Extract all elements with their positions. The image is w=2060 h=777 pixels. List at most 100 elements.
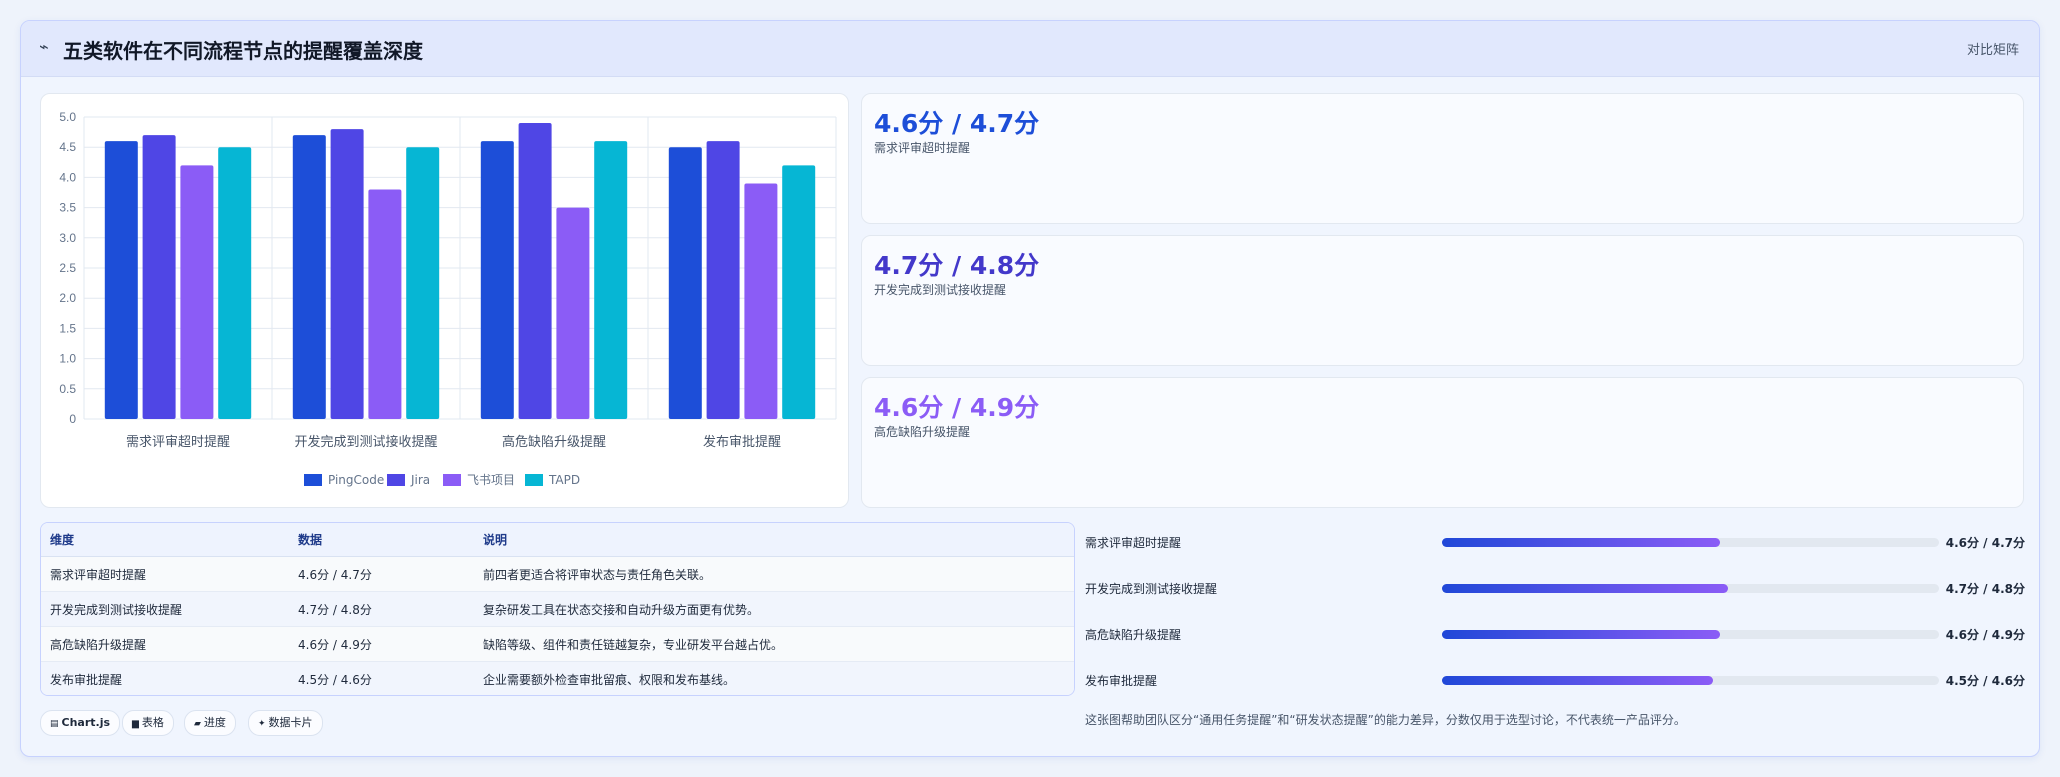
bar (744, 183, 778, 419)
progress-value: 4.5分 / 4.6分 (1945, 674, 2025, 688)
progress-value: 4.6分 / 4.7分 (1945, 536, 2025, 550)
table-cell: 4.6分 / 4.9分 (289, 626, 474, 662)
bar (180, 165, 214, 419)
chip-label: Chart.js (61, 716, 111, 729)
chart-icon: ▤ (50, 719, 59, 729)
progress-track (1442, 584, 1939, 593)
table-cell: 前四者更适合将评审状态与责任角色关联。 (474, 556, 1074, 592)
x-tick-label: 发布审批提醒 (703, 434, 781, 450)
bar (556, 207, 590, 419)
table-cell: 需求评审超时提醒 (41, 556, 289, 592)
bar-chart-card: 0 0.5 1.0 1.5 2.0 2.5 3.0 3.5 4.0 4.5 5.0 需求评审超时提醒 开… (40, 93, 849, 508)
table-header-description: 说明 (474, 523, 1074, 557)
progress-fill (1442, 538, 1721, 547)
panel-header: ⌁ 五类软件在不同流程节点的提醒覆盖深度 对比矩阵 (21, 21, 2039, 77)
kpi-value: 4.7分 / 4.8分 (874, 251, 1040, 280)
progress-label: 发布审批提醒 (1085, 674, 1158, 688)
page-title: 五类软件在不同流程节点的提醒覆盖深度 (63, 39, 423, 63)
bar (330, 129, 364, 419)
progress-fill (1442, 676, 1713, 685)
bar (368, 189, 402, 419)
progress-label: 需求评审超时提醒 (1085, 536, 1182, 550)
table-cell: 4.5分 / 4.6分 (289, 661, 474, 695)
matrix-label: 对比矩阵 (1966, 43, 2019, 58)
legend-label: TAPD (548, 473, 580, 487)
bar (292, 135, 326, 419)
legend-label: Jira (410, 473, 430, 487)
table-icon: ▆ (132, 719, 139, 729)
chip-data-card[interactable]: ✦ 数据卡片 (248, 710, 323, 736)
progress-track (1442, 630, 1939, 639)
progress-row-2: 开发完成到测试接收提醒 4.7分 / 4.8分 (1085, 578, 2025, 598)
bar (518, 123, 552, 419)
progress-label: 开发完成到测试接收提醒 (1085, 582, 1218, 596)
progress-row-3: 高危缺陷升级提醒 4.6分 / 4.9分 (1085, 624, 2025, 644)
table-cell: 发布审批提醒 (41, 661, 289, 695)
progress-fill (1442, 630, 1721, 639)
progress-label: 高危缺陷升级提醒 (1085, 628, 1182, 642)
progress-track (1442, 676, 1939, 685)
x-tick-label: 开发完成到测试接收提醒 (294, 434, 437, 450)
kpi-value: 4.6分 / 4.9分 (874, 393, 1040, 422)
bar (218, 147, 252, 419)
table-header-data: 数据 (289, 523, 474, 557)
legend-swatch (443, 474, 461, 486)
chip-progress[interactable]: ▰ 进度 (184, 710, 236, 736)
bar (406, 147, 440, 419)
trend-icon: ⌁ (39, 37, 49, 56)
bar (480, 141, 514, 419)
x-tick-label: 高危缺陷升级提醒 (502, 434, 606, 450)
kpi-label: 高危缺陷升级提醒 (874, 425, 971, 439)
kpi-value: 4.6分 / 4.7分 (874, 109, 1040, 138)
bar (668, 147, 702, 419)
y-tick-label: 2.0 (59, 291, 76, 305)
legend-swatch (525, 474, 543, 486)
progress-row-1: 需求评审超时提醒 4.6分 / 4.7分 (1085, 532, 2025, 552)
legend-swatch (304, 474, 322, 486)
bar (104, 141, 138, 419)
y-tick-label: 1.5 (59, 321, 76, 335)
table-header-dimension: 维度 (41, 523, 289, 557)
legend-swatch (387, 474, 405, 486)
table-cell: 高危缺陷升级提醒 (41, 626, 289, 662)
y-tick-label: 2.5 (59, 261, 76, 275)
table-cell: 企业需要额外检查审批留痕、权限和发布基线。 (474, 661, 1074, 695)
progress-value: 4.6分 / 4.9分 (1945, 628, 2025, 642)
y-tick-label: 4.5 (59, 140, 76, 154)
progress-icon: ▰ (194, 719, 201, 729)
bar (594, 141, 628, 419)
kpi-card-1: 4.6分 / 4.7分 需求评审超时提醒 (861, 93, 2024, 224)
kpi-card-2: 4.7分 / 4.8分 开发完成到测试接收提醒 (861, 235, 2024, 366)
kpi-label: 开发完成到测试接收提醒 (874, 283, 1007, 297)
comparison-table: 维度 数据 说明 需求评审超时提醒 4.6分 / 4.7分 前四者更适合将评审状… (40, 522, 1075, 696)
progress-track (1442, 538, 1939, 547)
footnote: 这张图帮助团队区分“通用任务提醒”和“研发状态提醒”的能力差异，分数仅用于选型讨… (1085, 713, 1686, 727)
chip-chartjs[interactable]: ▤ Chart.js (40, 710, 121, 736)
table-row: 需求评审超时提醒 4.6分 / 4.7分 前四者更适合将评审状态与责任角色关联。 (41, 556, 1074, 592)
kpi-card-3: 4.6分 / 4.9分 高危缺陷升级提醒 (861, 377, 2024, 508)
legend-label: PingCode (328, 473, 384, 487)
bar (142, 135, 176, 419)
progress-row-4: 发布审批提醒 4.5分 / 4.6分 (1085, 670, 2025, 690)
kpi-label: 需求评审超时提醒 (874, 141, 971, 155)
chip-label: 表格 (141, 716, 164, 729)
legend-label: 飞书项目 (467, 473, 515, 487)
bar (782, 165, 816, 419)
bar (706, 141, 740, 419)
chip-table[interactable]: ▆ 表格 (122, 710, 174, 736)
y-tick-label: 1.0 (59, 352, 76, 366)
y-tick-label: 0 (69, 412, 76, 426)
table-cell: 4.6分 / 4.7分 (289, 556, 474, 592)
table-cell: 4.7分 / 4.8分 (289, 591, 474, 627)
y-tick-label: 0.5 (59, 382, 76, 396)
y-tick-label: 4.0 (59, 170, 76, 184)
progress-fill (1442, 584, 1728, 593)
table-cell: 开发完成到测试接收提醒 (41, 591, 289, 627)
comparison-panel: ⌁ 五类软件在不同流程节点的提醒覆盖深度 对比矩阵 0 0.5 1.0 1.5 2.0 2… (20, 20, 2040, 757)
progress-value: 4.7分 / 4.8分 (1945, 582, 2025, 596)
table-row: 发布审批提醒 4.5分 / 4.6分 企业需要额外检查审批留痕、权限和发布基线。 (41, 661, 1074, 695)
sparkle-icon: ✦ (258, 719, 266, 729)
table-cell: 缺陷等级、组件和责任链越复杂，专业研发平台越占优。 (474, 626, 1074, 662)
bar-chart: 0 0.5 1.0 1.5 2.0 2.5 3.0 3.5 4.0 4.5 5.0 需求评审超时提醒 开… (59, 110, 837, 487)
x-tick-label: 需求评审超时提醒 (126, 434, 230, 450)
